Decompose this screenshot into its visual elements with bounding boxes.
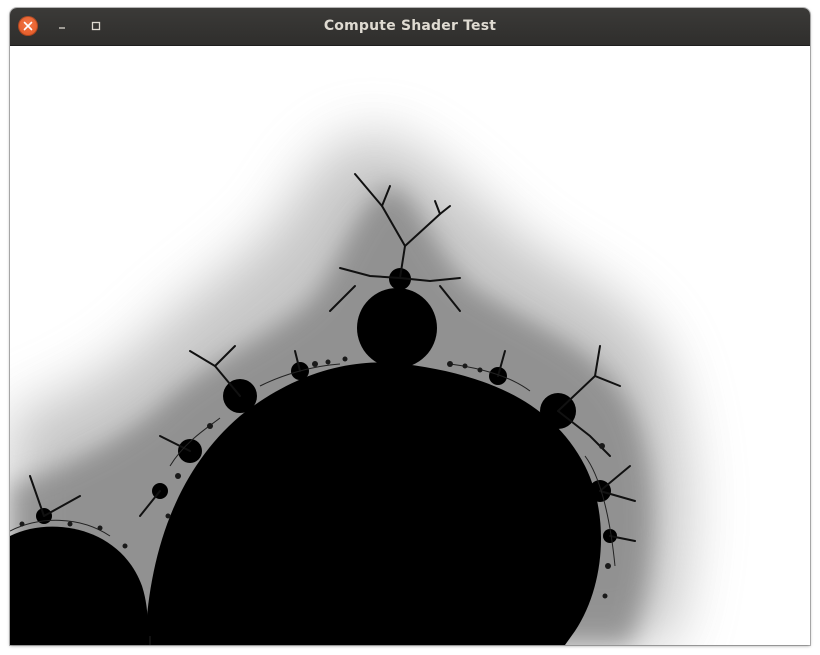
mandelbrot-fractal-image	[10, 135, 689, 645]
render-canvas[interactable]	[10, 46, 810, 645]
title-bar[interactable]: Compute Shader Test	[10, 8, 810, 46]
application-window: Compute Shader Test	[10, 8, 810, 645]
window-title: Compute Shader Test	[323, 18, 497, 34]
